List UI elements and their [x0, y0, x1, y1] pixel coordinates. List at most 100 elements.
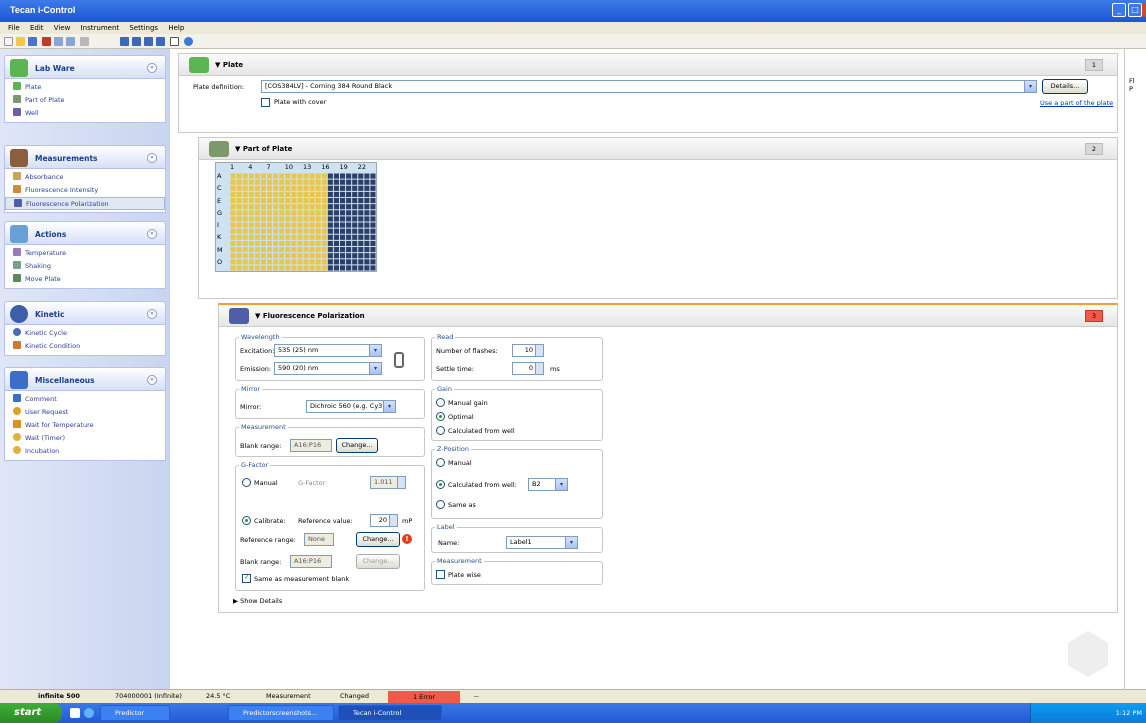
well[interactable]	[254, 265, 260, 271]
well[interactable]	[346, 204, 352, 210]
well[interactable]	[242, 210, 248, 216]
well[interactable]	[279, 222, 285, 228]
collapse-icon[interactable]: «	[147, 309, 157, 319]
well[interactable]	[273, 216, 279, 222]
well[interactable]	[346, 247, 352, 253]
well[interactable]	[230, 216, 236, 222]
gain-manual-radio[interactable]	[436, 398, 445, 407]
well[interactable]	[340, 222, 346, 228]
well[interactable]	[352, 191, 358, 198]
well[interactable]	[254, 259, 260, 265]
well[interactable]	[279, 265, 285, 271]
well[interactable]	[291, 173, 297, 179]
well[interactable]	[333, 216, 339, 222]
well[interactable]	[321, 185, 327, 191]
well[interactable]	[267, 210, 273, 216]
well[interactable]	[340, 216, 346, 222]
well[interactable]	[267, 253, 273, 259]
well[interactable]	[273, 210, 279, 216]
flashes-field[interactable]: 10	[512, 344, 544, 357]
well[interactable]	[248, 173, 254, 179]
well[interactable]	[364, 204, 370, 210]
well[interactable]	[267, 259, 273, 265]
well[interactable]	[260, 191, 266, 198]
zpos-manual-radio[interactable]	[436, 458, 445, 467]
well[interactable]	[254, 247, 260, 253]
well[interactable]	[370, 191, 376, 198]
well[interactable]	[248, 228, 254, 234]
well[interactable]	[260, 259, 266, 265]
well[interactable]	[236, 191, 242, 198]
well[interactable]	[364, 210, 370, 216]
well[interactable]	[346, 191, 352, 198]
well[interactable]	[327, 228, 333, 234]
well[interactable]	[248, 185, 254, 191]
column-label[interactable]: 10	[285, 163, 293, 171]
maximize-button[interactable]: □	[1128, 3, 1142, 17]
well[interactable]	[309, 179, 315, 185]
new-icon[interactable]	[4, 37, 13, 46]
well[interactable]	[370, 259, 376, 265]
well[interactable]	[291, 179, 297, 185]
spinner-icon[interactable]	[535, 345, 543, 356]
well[interactable]	[279, 234, 285, 240]
well[interactable]	[370, 228, 376, 234]
use-part-link[interactable]: Use a part of the plate	[1040, 99, 1113, 107]
well[interactable]	[358, 185, 364, 191]
well[interactable]	[303, 222, 309, 228]
desktop-icon[interactable]	[70, 708, 80, 718]
well[interactable]	[260, 204, 266, 210]
row-label[interactable]: E	[217, 197, 221, 205]
well[interactable]	[285, 247, 291, 253]
well[interactable]	[254, 240, 260, 247]
column-label[interactable]: 16	[321, 163, 329, 171]
well[interactable]	[309, 247, 315, 253]
well[interactable]	[248, 216, 254, 222]
well[interactable]	[279, 173, 285, 179]
well[interactable]	[346, 222, 352, 228]
well[interactable]	[267, 234, 273, 240]
sidebar-item-kinetic-condition[interactable]: Kinetic Condition	[5, 340, 165, 353]
plate-definition-select[interactable]: [COS384LV] - Corning 384 Round Black ▾	[261, 80, 1037, 93]
well[interactable]	[291, 228, 297, 234]
well[interactable]	[370, 179, 376, 185]
well[interactable]	[358, 210, 364, 216]
well[interactable]	[248, 240, 254, 247]
group-header-labware[interactable]: Lab Ware «	[4, 55, 166, 79]
well[interactable]	[285, 259, 291, 265]
well[interactable]	[260, 240, 266, 247]
well[interactable]	[358, 240, 364, 247]
well[interactable]	[291, 265, 297, 271]
well[interactable]	[321, 179, 327, 185]
well[interactable]	[321, 173, 327, 179]
menu-file[interactable]: File	[8, 22, 20, 34]
well[interactable]	[352, 179, 358, 185]
sidebar-item-part-of-plate[interactable]: Part of Plate	[5, 94, 165, 107]
gain-calc-radio[interactable]	[436, 426, 445, 435]
well[interactable]	[236, 234, 242, 240]
well[interactable]	[303, 185, 309, 191]
show-details-toggle[interactable]: ▶ Show Details	[233, 597, 282, 605]
well[interactable]	[285, 240, 291, 247]
well[interactable]	[279, 216, 285, 222]
sidebar-item-wait-timer[interactable]: Wait (Timer)	[5, 432, 165, 445]
well[interactable]	[291, 198, 297, 204]
well[interactable]	[260, 253, 266, 259]
spinner-icon[interactable]	[535, 363, 543, 374]
well[interactable]	[309, 173, 315, 179]
well[interactable]	[364, 198, 370, 204]
sidebar-item-well[interactable]: Well	[5, 107, 165, 120]
well[interactable]	[254, 234, 260, 240]
well[interactable]	[327, 222, 333, 228]
well[interactable]	[333, 204, 339, 210]
well[interactable]	[267, 247, 273, 253]
well[interactable]	[230, 222, 236, 228]
gfactor-manual-radio[interactable]	[242, 478, 251, 487]
well[interactable]	[303, 228, 309, 234]
well-grid[interactable]	[230, 173, 376, 271]
well[interactable]	[315, 179, 321, 185]
well[interactable]	[321, 191, 327, 198]
well[interactable]	[327, 234, 333, 240]
well[interactable]	[230, 191, 236, 198]
start-button[interactable]: start	[0, 703, 62, 723]
